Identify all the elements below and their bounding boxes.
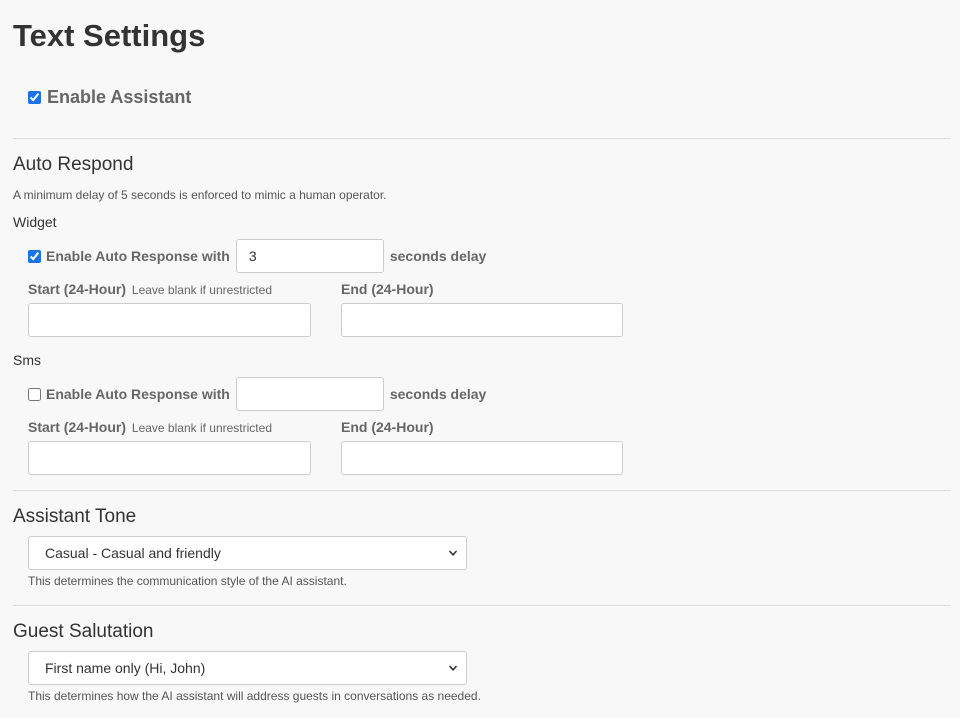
widget-start-label: Start (24-Hour) Leave blank if unrestric… — [28, 281, 272, 297]
widget-auto-response-row: Enable Auto Response with seconds delay — [28, 239, 486, 273]
widget-delay-input[interactable] — [235, 239, 384, 273]
chevron-down-icon — [448, 665, 458, 671]
enable-assistant-row: Enable Assistant — [28, 87, 191, 108]
assistant-tone-help: This determines the communication style … — [28, 574, 347, 588]
page-title: Text Settings — [13, 18, 206, 53]
auto-respond-title: Auto Respond — [13, 154, 134, 175]
sms-delay-input[interactable] — [235, 377, 384, 411]
enable-assistant-label[interactable]: Enable Assistant — [47, 87, 191, 108]
chevron-down-icon — [448, 550, 458, 556]
sms-start-input[interactable] — [28, 441, 311, 475]
sms-start-hint: Leave blank if unrestricted — [131, 421, 272, 435]
sms-auto-response-checkbox[interactable] — [28, 387, 41, 401]
guest-salutation-help: This determines how the AI assistant wil… — [28, 689, 481, 703]
sms-delay-suffix: seconds delay — [389, 386, 487, 402]
widget-auto-response-label[interactable]: Enable Auto Response with — [46, 248, 230, 264]
widget-start-label-text: Start (24-Hour) — [28, 281, 127, 297]
divider — [13, 605, 951, 606]
sms-subtitle: Sms — [13, 352, 41, 368]
assistant-tone-title: Assistant Tone — [13, 506, 137, 527]
text-settings-page: Text Settings Enable Assistant Auto Resp… — [0, 0, 960, 718]
sms-start-label: Start (24-Hour) Leave blank if unrestric… — [28, 419, 272, 435]
widget-subtitle: Widget — [13, 214, 57, 230]
assistant-tone-selected: Casual - Casual and friendly — [45, 545, 221, 561]
widget-start-input[interactable] — [28, 303, 311, 337]
guest-salutation-title: Guest Salutation — [13, 621, 154, 642]
enable-assistant-checkbox[interactable] — [28, 91, 41, 104]
guest-salutation-selected: First name only (Hi, John) — [45, 660, 206, 676]
widget-end-input[interactable] — [341, 303, 623, 337]
divider — [13, 138, 951, 139]
divider — [13, 490, 951, 491]
widget-start-hint: Leave blank if unrestricted — [131, 283, 272, 297]
widget-end-label: End (24-Hour) — [341, 281, 434, 297]
sms-end-label: End (24-Hour) — [341, 419, 434, 435]
sms-start-label-text: Start (24-Hour) — [28, 419, 127, 435]
guest-salutation-select[interactable]: First name only (Hi, John) — [28, 651, 467, 685]
sms-auto-response-label[interactable]: Enable Auto Response with — [46, 386, 230, 402]
auto-respond-help: A minimum delay of 5 seconds is enforced… — [13, 188, 387, 202]
widget-delay-suffix: seconds delay — [389, 248, 487, 264]
widget-auto-response-checkbox[interactable] — [28, 249, 41, 263]
sms-auto-response-row: Enable Auto Response with seconds delay — [28, 377, 486, 411]
assistant-tone-select[interactable]: Casual - Casual and friendly — [28, 536, 467, 570]
sms-end-input[interactable] — [341, 441, 623, 475]
